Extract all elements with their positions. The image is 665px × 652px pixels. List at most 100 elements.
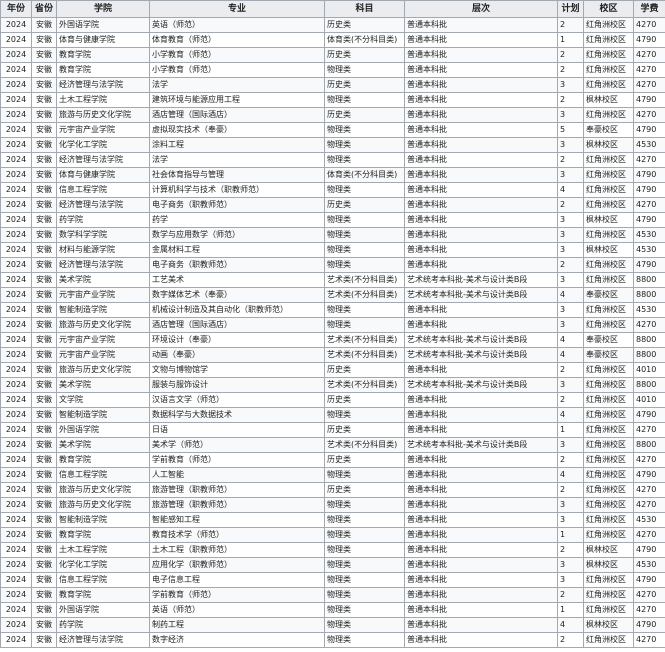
cell-tuition: 4790	[633, 182, 665, 198]
cell-tuition: 4270	[633, 152, 665, 168]
cell-province: 安徽	[31, 377, 57, 393]
cell-province: 安徽	[31, 47, 57, 63]
table-row: 2024 安徽 外国语学院 英语（师范） 历史类 普通本科批 2 红角洲校区 4270	[0, 17, 665, 33]
cell-level: 普通本科批	[404, 392, 558, 408]
cell-tuition: 4790	[633, 572, 665, 588]
table-row: 2024 安徽 旅游与历史文化学院 旅游管理（职教师范） 物理类 普通本科批 3 红角洲校区 4…	[0, 497, 665, 513]
cell-campus: 红角洲校区	[583, 272, 634, 288]
cell-province: 安徽	[31, 392, 57, 408]
cell-plan: 2	[557, 92, 584, 108]
table-row: 2024 安徽 教育学院 小学教育（师范） 物理类 普通本科批 2 红角洲校区 4270	[0, 62, 665, 78]
table-row: 2024 安徽 美术学院 工艺美术 艺术类(不分科目类) 艺术统考本科批-美术与设计类B段…	[0, 272, 665, 288]
cell-year: 2024	[0, 287, 32, 303]
cell-campus: 奉豪校区	[583, 347, 634, 363]
cell-campus: 红角洲校区	[583, 152, 634, 168]
cell-province: 安徽	[31, 512, 57, 528]
cell-subject: 物理类	[324, 467, 405, 483]
cell-plan: 2	[557, 197, 584, 213]
cell-plan: 2	[557, 362, 584, 378]
cell-year: 2024	[0, 362, 32, 378]
cell-province: 安徽	[31, 107, 57, 123]
cell-province: 安徽	[31, 617, 57, 633]
cell-college: 药学院	[56, 617, 150, 633]
cell-level: 艺术统考本科批-美术与设计类B段	[404, 272, 558, 288]
cell-tuition: 4270	[633, 602, 665, 618]
cell-tuition: 4790	[633, 32, 665, 48]
cell-level: 艺术统考本科批-美术与设计类B段	[404, 287, 558, 303]
cell-year: 2024	[0, 47, 32, 63]
cell-major: 数据科学与大数据技术	[149, 407, 325, 423]
cell-level: 普通本科批	[404, 482, 558, 498]
cell-college: 化学化工学院	[56, 557, 150, 573]
cell-major: 法学	[149, 77, 325, 93]
cell-province: 安徽	[31, 257, 57, 273]
cell-subject: 艺术类(不分科目类)	[324, 437, 405, 453]
cell-campus: 枫林校区	[583, 557, 634, 573]
cell-subject: 历史类	[324, 47, 405, 63]
cell-tuition: 4790	[633, 167, 665, 183]
cell-campus: 红角洲校区	[583, 497, 634, 513]
cell-tuition: 8800	[633, 437, 665, 453]
cell-college: 旅游与历史文化学院	[56, 362, 150, 378]
cell-subject: 艺术类(不分科目类)	[324, 332, 405, 348]
cell-major: 酒店管理（国际酒店）	[149, 107, 325, 123]
cell-tuition: 4270	[633, 47, 665, 63]
header-campus: 校区	[583, 0, 634, 18]
cell-tuition: 4270	[633, 497, 665, 513]
cell-subject: 历史类	[324, 107, 405, 123]
table-row: 2024 安徽 体育与健康学院 社会体育指导与管理 体育类(不分科目类) 普通本科批 3 红角…	[0, 167, 665, 183]
cell-year: 2024	[0, 317, 32, 333]
cell-campus: 红角洲校区	[583, 467, 634, 483]
table-row: 2024 安徽 经济管理与法学院 电子商务（职教师范） 历史类 普通本科批 2 红角洲校区 42…	[0, 197, 665, 213]
cell-province: 安徽	[31, 347, 57, 363]
cell-college: 外国语学院	[56, 17, 150, 33]
cell-plan: 5	[557, 122, 584, 138]
cell-college: 数学科学学院	[56, 227, 150, 243]
cell-subject: 艺术类(不分科目类)	[324, 347, 405, 363]
cell-level: 普通本科批	[404, 212, 558, 228]
cell-province: 安徽	[31, 197, 57, 213]
cell-level: 普通本科批	[404, 257, 558, 273]
cell-province: 安徽	[31, 122, 57, 138]
header-province: 省份	[31, 0, 57, 18]
cell-plan: 2	[557, 47, 584, 63]
cell-province: 安徽	[31, 527, 57, 543]
cell-year: 2024	[0, 167, 32, 183]
cell-college: 外国语学院	[56, 602, 150, 618]
cell-major: 动画（奉豪）	[149, 347, 325, 363]
cell-major: 数字经济	[149, 632, 325, 648]
table-header-row: 年份 省份 学院 专业 科目 层次 计划 校区 学费	[0, 0, 665, 18]
cell-province: 安徽	[31, 572, 57, 588]
table-row: 2024 安徽 经济管理与法学院 数字经济 物理类 普通本科批 2 红角洲校区 4270	[0, 632, 665, 648]
cell-major: 环境设计（奉豪）	[149, 332, 325, 348]
cell-year: 2024	[0, 182, 32, 198]
cell-college: 化学化工学院	[56, 137, 150, 153]
cell-year: 2024	[0, 392, 32, 408]
cell-level: 普通本科批	[404, 632, 558, 648]
cell-province: 安徽	[31, 272, 57, 288]
cell-major: 小学教育（师范）	[149, 62, 325, 78]
table-row: 2024 安徽 旅游与历史文化学院 旅游管理（职教师范） 历史类 普通本科批 2 红角洲校区 4…	[0, 482, 665, 498]
cell-tuition: 4270	[633, 587, 665, 603]
table-row: 2024 安徽 旅游与历史文化学院 文物与博物馆学 历史类 普通本科批 2 红角洲校区 4010	[0, 362, 665, 378]
cell-college: 元宇宙产业学院	[56, 122, 150, 138]
table-row: 2024 安徽 外国语学院 英语（师范） 物理类 普通本科批 1 红角洲校区 4270	[0, 602, 665, 618]
cell-plan: 3	[557, 242, 584, 258]
table-row: 2024 安徽 智能制造学院 智能感知工程 物理类 普通本科批 3 红角洲校区 4530	[0, 512, 665, 528]
cell-college: 教育学院	[56, 527, 150, 543]
cell-level: 普通本科批	[404, 62, 558, 78]
table-row: 2024 安徽 元宇宙产业学院 虚拟现实技术（奉豪） 物理类 普通本科批 5 奉豪校区 4790	[0, 122, 665, 138]
cell-level: 普通本科批	[404, 17, 558, 33]
cell-subject: 历史类	[324, 452, 405, 468]
cell-plan: 3	[557, 377, 584, 393]
cell-subject: 物理类	[324, 302, 405, 318]
cell-year: 2024	[0, 542, 32, 558]
cell-year: 2024	[0, 407, 32, 423]
cell-plan: 1	[557, 32, 584, 48]
cell-college: 体育与健康学院	[56, 167, 150, 183]
cell-college: 美术学院	[56, 437, 150, 453]
cell-tuition: 4270	[633, 317, 665, 333]
cell-year: 2024	[0, 377, 32, 393]
cell-year: 2024	[0, 617, 32, 633]
table-row: 2024 安徽 土木工程学院 土木工程（职教师范） 物理类 普通本科批 2 枫林校区 4790	[0, 542, 665, 558]
